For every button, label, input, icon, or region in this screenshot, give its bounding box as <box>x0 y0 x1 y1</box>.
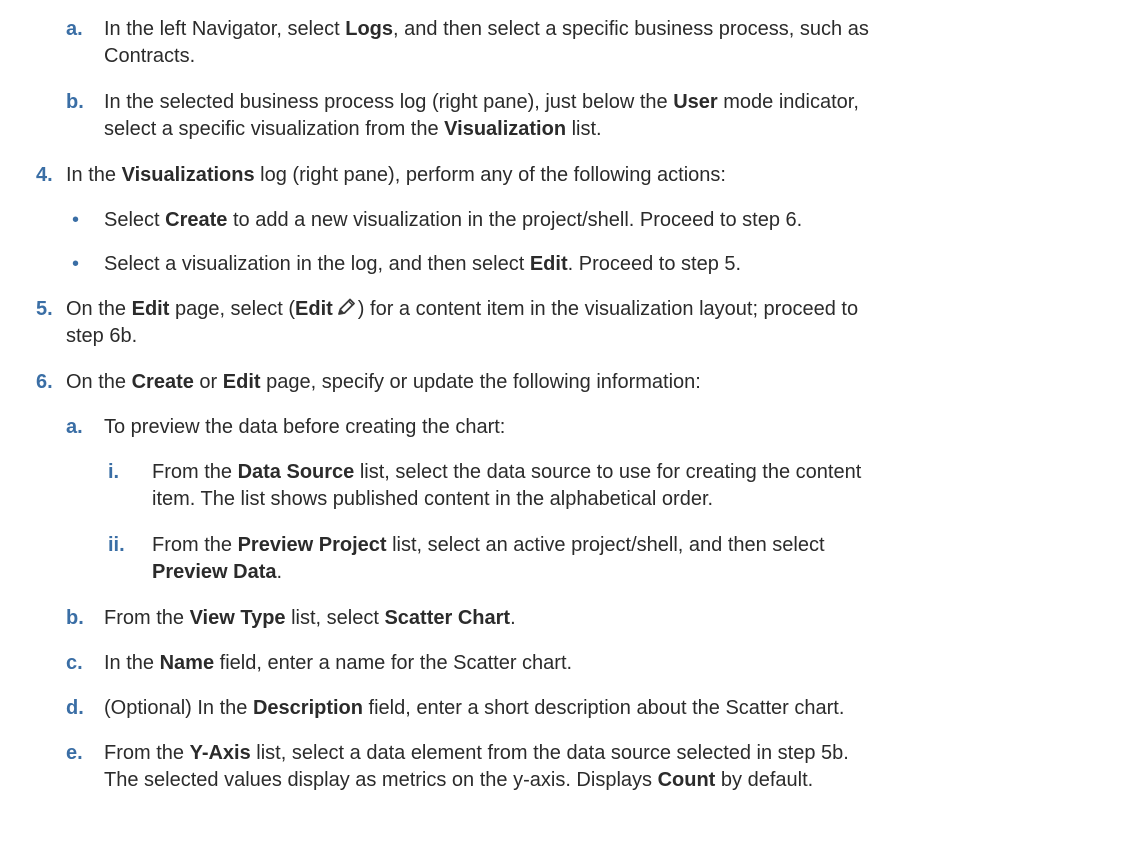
step-text-line2: select a specific visualization from the… <box>104 116 602 143</box>
text: list, select the data source to use for … <box>354 461 862 483</box>
ui-term: Edit <box>222 371 261 393</box>
text: On the <box>66 371 132 393</box>
text: page, specify or update the following in… <box>260 371 701 393</box>
text: list, select <box>285 607 385 629</box>
text: field, enter a short description about t… <box>363 697 845 719</box>
text: From the <box>104 742 190 764</box>
ui-term: Edit <box>529 253 568 275</box>
text: list, select a data element from the dat… <box>250 742 849 764</box>
substep-text: From the Data Source list, select the da… <box>152 459 861 486</box>
step-number: 5. <box>36 298 53 320</box>
text: From the <box>152 461 238 483</box>
text: The selected values display as metrics o… <box>104 769 658 791</box>
text: In the <box>66 164 122 186</box>
ui-term: Count <box>657 769 716 791</box>
step-marker: a. <box>66 416 83 438</box>
ui-term: Edit <box>295 298 333 320</box>
step-text-line2: step 6b. <box>66 325 138 347</box>
ui-term: Name <box>159 652 215 674</box>
substep-text: From the Preview Project list, select an… <box>152 532 825 559</box>
text: list, select an active project/shell, an… <box>386 534 825 556</box>
text: page, select ( <box>169 298 296 320</box>
text: In the <box>104 652 160 674</box>
step-text: In the left Navigator, select Logs, and … <box>104 16 869 43</box>
ui-term: Scatter Chart <box>384 607 511 629</box>
step-text: (Optional) In the Description field, ent… <box>104 695 844 722</box>
text: From the <box>152 534 238 556</box>
text: by default. <box>715 769 814 791</box>
ui-term: Preview Data <box>152 561 277 583</box>
bullet-text: Select a visualization in the log, and t… <box>104 251 741 278</box>
step-text: From the Y-Axis list, select a data elem… <box>104 740 849 767</box>
step-marker: e. <box>66 742 83 764</box>
step-text: On the Create or Edit page, specify or u… <box>66 369 701 396</box>
text: mode indicator, <box>717 91 859 113</box>
step-text: To preview the data before creating the … <box>104 414 505 441</box>
text: , and then select a specific business pr… <box>393 18 869 40</box>
bullet-text: Select Create to add a new visualization… <box>104 207 802 234</box>
substep-text-line2: item. The list shows published content i… <box>152 488 714 510</box>
step-marker: a. <box>66 18 83 40</box>
ui-term: Create <box>165 209 228 231</box>
text: On the <box>66 298 132 320</box>
text: field, enter a name for the Scatter char… <box>214 652 573 674</box>
ui-term: Visualization <box>444 118 567 140</box>
bullet-marker: • <box>72 209 80 231</box>
text: From the <box>104 607 190 629</box>
text: . Proceed to step 5. <box>567 253 742 275</box>
ui-term: Create <box>131 371 194 393</box>
text: Select a visualization in the log, and t… <box>104 253 530 275</box>
step-number: 6. <box>36 371 53 393</box>
step-marker: b. <box>66 91 84 113</box>
ui-term: Y-Axis <box>189 742 251 764</box>
step-text-line2: Contracts. <box>104 45 196 67</box>
ui-term: Visualizations <box>121 164 255 186</box>
text: . <box>276 561 283 583</box>
ui-term: User <box>673 91 718 113</box>
text: or <box>193 371 223 393</box>
step-text: In the Visualizations log (right pane), … <box>66 162 726 189</box>
step-text: From the View Type list, select Scatter … <box>104 605 516 632</box>
text: to add a new visualization in the projec… <box>227 209 803 231</box>
ui-term: Data Source <box>237 461 355 483</box>
text: . <box>510 607 516 629</box>
substep-marker: ii. <box>108 534 125 556</box>
text: In the selected business process log (ri… <box>104 91 674 113</box>
bullet-marker: • <box>72 253 80 275</box>
step-text: In the selected business process log (ri… <box>104 89 859 116</box>
step-text-line2: The selected values display as metrics o… <box>104 767 813 794</box>
pencil-icon <box>336 297 358 325</box>
ui-term: View Type <box>189 607 286 629</box>
text: select a specific visualization from the <box>104 118 445 140</box>
text: (Optional) In the <box>104 697 253 719</box>
substep-marker: i. <box>108 461 120 483</box>
text: ) for a content item in the visualizatio… <box>357 298 859 320</box>
text: list. <box>566 118 602 140</box>
substep-text-line2: Preview Data. <box>152 559 282 586</box>
text: In the left Navigator, select <box>104 18 346 40</box>
text: log (right pane), perform any of the fol… <box>254 164 726 186</box>
ui-term: Edit <box>131 298 170 320</box>
text: Select <box>104 209 166 231</box>
step-text: In the Name field, enter a name for the … <box>104 650 572 677</box>
step-number: 4. <box>36 164 53 186</box>
ui-term: Logs <box>345 18 394 40</box>
ui-term: Preview Project <box>237 534 387 556</box>
step-marker: d. <box>66 697 84 719</box>
step-text: On the Edit page, select (Edit ) for a co… <box>66 296 858 325</box>
ui-term: Description <box>252 697 363 719</box>
step-marker: c. <box>66 652 83 674</box>
text: To preview the data before creating the … <box>104 416 506 438</box>
step-marker: b. <box>66 607 84 629</box>
